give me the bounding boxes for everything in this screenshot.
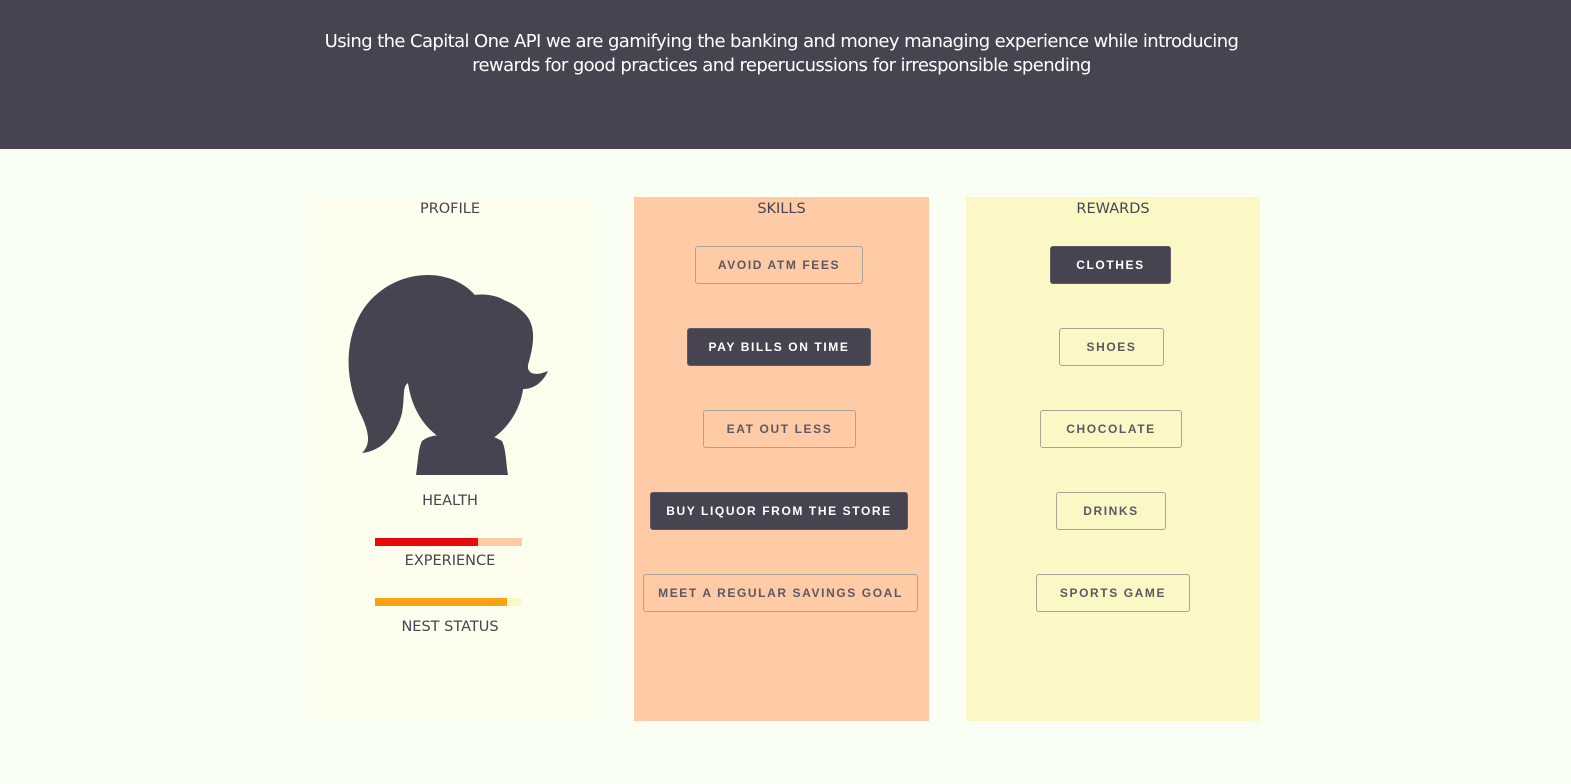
reward-chocolate-button[interactable]: CHOCOLATE [1040,410,1182,448]
girl-silhouette-icon [348,275,548,475]
experience-bar [375,598,522,606]
skills-title: SKILLS [757,201,806,217]
reward-sports-game-button[interactable]: SPORTS GAME [1036,574,1190,612]
reward-clothes-button[interactable]: CLOTHES [1050,246,1171,284]
health-label: HEALTH [422,493,478,509]
tagline: Using the Capital One API we are gamifyi… [0,30,1563,78]
tagline-line-1: Using the Capital One API we are gamifyi… [324,31,1239,52]
experience-bar-fill [375,598,508,606]
profile-title: PROFILE [419,201,481,217]
tagline-line-2: rewards for good practices and reperucus… [472,55,1091,76]
rewards-panel: REWARDS CLOTHES SHOES CHOCOLATE DRINKS S… [966,197,1260,721]
rewards-title: REWARDS [1076,201,1150,217]
skill-buy-liquor-from-store-button[interactable]: BUY LIQUOR FROM THE STORE [650,492,908,530]
skills-panel: SKILLS AVOID ATM FEES PAY BILLS ON TIME … [634,197,929,721]
health-bar [375,538,522,546]
skill-avoid-atm-fees-button[interactable]: AVOID ATM FEES [695,246,863,284]
reward-drinks-button[interactable]: DRINKS [1056,492,1166,530]
skill-eat-out-less-button[interactable]: EAT OUT LESS [703,410,856,448]
skill-meet-savings-goal-button[interactable]: MEET A REGULAR SAVINGS GOAL [643,574,918,612]
experience-label: EXPERIENCE [404,553,496,569]
health-bar-fill [375,538,478,546]
profile-panel: PROFILE HEALTH EXPERIENCE NEST STATUS [305,197,595,721]
header-banner: Using the Capital One API we are gamifyi… [0,0,1571,149]
skill-pay-bills-on-time-button[interactable]: PAY BILLS ON TIME [687,328,871,366]
nest-status-label: NEST STATUS [401,619,499,635]
reward-shoes-button[interactable]: SHOES [1059,328,1164,366]
